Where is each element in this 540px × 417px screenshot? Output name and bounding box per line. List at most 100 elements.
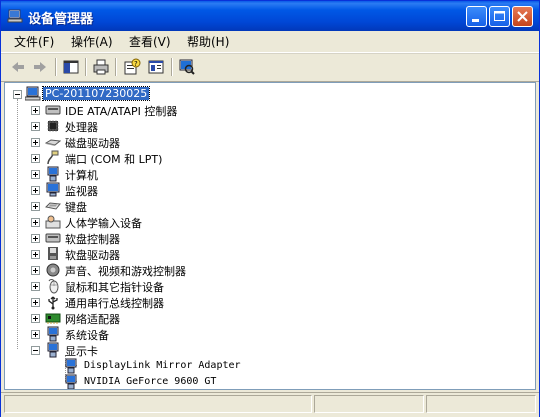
maximize-icon: [494, 11, 505, 21]
display-icon: [47, 342, 59, 358]
status-cell: [314, 395, 424, 413]
tree-item-label: 鼠标和其它指针设备: [65, 281, 164, 294]
close-button[interactable]: [512, 6, 533, 27]
expand-toggle[interactable]: [31, 122, 40, 131]
properties-help-icon[interactable]: ?: [123, 58, 141, 76]
tree-item-keyboards[interactable]: 键盘: [5, 198, 405, 214]
menu-help[interactable]: 帮助(H): [187, 33, 229, 50]
forward-arrow-icon[interactable]: [31, 58, 49, 76]
status-bar: [1, 392, 539, 417]
expand-toggle[interactable]: [31, 330, 40, 339]
tree-item-label: 显示卡: [65, 345, 98, 358]
tree-item-nvidia[interactable]: NVIDIA GeForce 9600 GT: [5, 374, 405, 389]
mouse-icon: [48, 279, 59, 294]
toolbar-separator: [171, 58, 173, 76]
expand-toggle[interactable]: [31, 218, 40, 227]
computer-icon: [25, 86, 41, 101]
menu-action[interactable]: 操作(A): [71, 33, 113, 50]
status-cell: [4, 395, 312, 413]
properties-icon[interactable]: [147, 58, 165, 76]
back-arrow-icon[interactable]: [9, 58, 27, 76]
minimize-button[interactable]: [466, 6, 487, 27]
computer-icon: [47, 166, 59, 182]
expand-toggle[interactable]: [31, 298, 40, 307]
toolbar-separator: [115, 58, 117, 76]
tree-item-network[interactable]: 网络适配器: [5, 310, 405, 326]
sound-icon: [46, 263, 60, 277]
expand-toggle[interactable]: [31, 234, 40, 243]
collapse-toggle[interactable]: [31, 346, 40, 355]
tree-item-floppy-drives[interactable]: 软盘驱动器: [5, 246, 405, 262]
expand-toggle[interactable]: [31, 202, 40, 211]
tree-item-disk-drives[interactable]: 磁盘驱动器: [5, 134, 405, 150]
hid-icon: [45, 215, 61, 229]
tree-item-processor[interactable]: 处理器: [5, 118, 405, 134]
tree-item-label: 声音、视频和游戏控制器: [65, 265, 186, 278]
expand-toggle[interactable]: [31, 266, 40, 275]
tree-root[interactable]: PC-201107230025: [5, 86, 305, 102]
display-icon: [65, 358, 77, 374]
tree-item-label: IDE ATA/ATAPI 控制器: [65, 105, 178, 118]
collapse-toggle[interactable]: [13, 90, 22, 99]
tree-item-system-devices[interactable]: 系统设备: [5, 326, 405, 342]
tree-item-ide[interactable]: IDE ATA/ATAPI 控制器: [5, 102, 405, 118]
toolbar: ?: [1, 53, 539, 82]
status-cell: [426, 395, 536, 413]
tree-item-usb[interactable]: 通用串行总线控制器: [5, 294, 405, 310]
device-manager-window: 设备管理器 文件(F) 操作(A) 查看(V) 帮助(H) ? PC-20110…: [0, 0, 540, 417]
tree-item-label: 端口 (COM 和 LPT): [65, 153, 163, 166]
network-icon: [45, 313, 61, 324]
tree-item-label: 系统设备: [65, 329, 109, 342]
expand-toggle[interactable]: [31, 314, 40, 323]
toolbar-separator: [55, 58, 57, 76]
port-icon: [47, 150, 59, 165]
tree-item-sound[interactable]: 声音、视频和游戏控制器: [5, 262, 405, 278]
svg-text:?: ?: [134, 60, 138, 68]
expand-toggle[interactable]: [31, 154, 40, 163]
tree-item-floppy-controllers[interactable]: 软盘控制器: [5, 230, 405, 246]
tree-item-label: 监视器: [65, 185, 98, 198]
tree-item-label: 键盘: [65, 201, 87, 214]
maximize-button[interactable]: [489, 6, 510, 27]
system-icon: [47, 326, 59, 342]
expand-toggle[interactable]: [31, 138, 40, 147]
expand-toggle[interactable]: [31, 282, 40, 291]
menu-view[interactable]: 查看(V): [129, 33, 171, 50]
minimize-icon: [472, 19, 479, 22]
cpu-icon: [47, 120, 59, 132]
tree-item-display-adapters[interactable]: 显示卡: [5, 342, 405, 358]
tree-item-label: 处理器: [65, 121, 98, 134]
device-manager-icon: [7, 9, 23, 23]
tree-item-ports[interactable]: 端口 (COM 和 LPT): [5, 150, 405, 166]
expand-toggle[interactable]: [31, 170, 40, 179]
monitor-icon: [46, 182, 60, 197]
tree-item-label: 磁盘驱动器: [65, 137, 120, 150]
floppy-drive-icon: [48, 247, 58, 260]
tree-item-mouse[interactable]: 鼠标和其它指针设备: [5, 278, 405, 294]
scan-hardware-icon[interactable]: [178, 58, 196, 76]
tree-item-displaylink[interactable]: DisplayLink Mirror Adapter: [5, 358, 405, 374]
display-icon: [65, 374, 77, 389]
expand-toggle[interactable]: [31, 250, 40, 259]
tree-item-label: 人体学输入设备: [65, 217, 142, 230]
floppy-controller-icon: [45, 233, 61, 243]
tree-item-label: 计算机: [65, 169, 98, 182]
toolbar-separator: [85, 58, 87, 76]
tree-item-monitors[interactable]: 监视器: [5, 182, 405, 198]
tree-item-label: DisplayLink Mirror Adapter: [84, 360, 241, 371]
expand-toggle[interactable]: [31, 186, 40, 195]
close-icon: [517, 11, 528, 22]
tree-item-hid[interactable]: 人体学输入设备: [5, 214, 405, 230]
tree-item-computer[interactable]: 计算机: [5, 166, 405, 182]
print-icon[interactable]: [92, 58, 110, 76]
title-bar[interactable]: 设备管理器: [1, 1, 539, 31]
menu-file[interactable]: 文件(F): [14, 33, 54, 50]
show-hide-tree-icon[interactable]: [62, 58, 80, 76]
expand-toggle[interactable]: [31, 106, 40, 115]
device-tree[interactable]: PC-201107230025 IDE ATA/ATAPI 控制器 处理器 磁盘…: [4, 82, 536, 390]
disk-icon: [45, 139, 61, 146]
keyboard-icon: [45, 202, 61, 210]
ide-icon: [45, 105, 61, 115]
tree-root-label[interactable]: PC-201107230025: [41, 86, 151, 101]
tree-item-label: 软盘控制器: [65, 233, 120, 246]
